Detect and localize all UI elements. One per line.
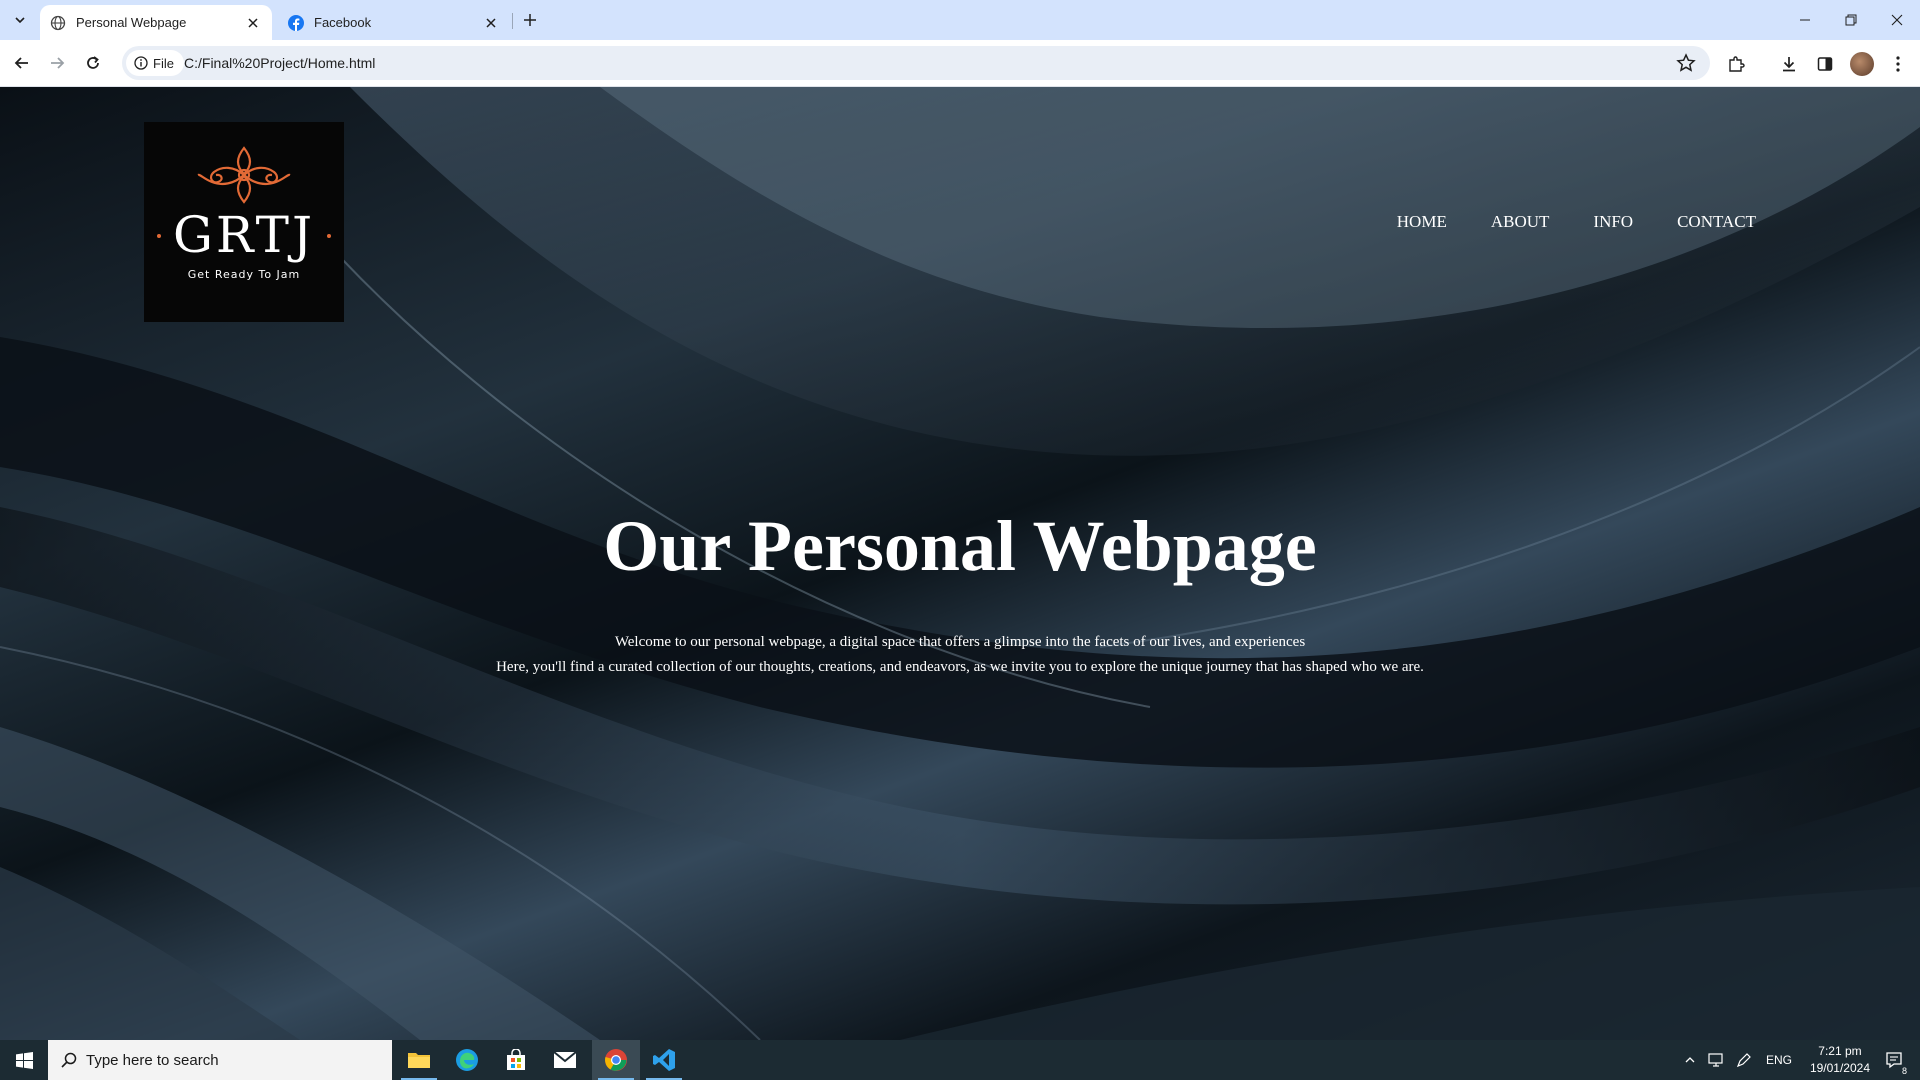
taskbar-store[interactable] [492,1040,540,1080]
clock-date: 19/01/2024 [1809,1061,1870,1075]
logo-wordmark-text: GRTJ [172,206,316,264]
language-indicator[interactable]: ENG [1766,1053,1792,1067]
plus-icon [524,14,536,26]
nav-info[interactable]: INFO [1593,212,1633,232]
logo-wordmark: GRTJ [156,206,332,264]
site-info-chip[interactable]: File [126,50,184,76]
logo-dot [156,234,161,238]
notifications-button[interactable]: 8 [1874,1040,1914,1080]
download-icon [1783,57,1795,72]
tab-title: Personal Webpage [76,15,187,30]
back-button[interactable] [7,48,37,78]
taskbar-clock[interactable]: 7:21 pm 19/01/2024 [1810,1043,1870,1077]
address-bar[interactable]: File C:/Final%20Project/Home.html [122,46,1710,80]
arrow-left-icon [14,57,28,69]
site-info-label: File [153,55,174,71]
extensions-button[interactable] [1724,52,1748,76]
tab-personal-webpage[interactable]: Personal Webpage [40,5,272,40]
taskbar-chrome[interactable] [592,1040,640,1080]
search-placeholder: Type here to search [86,1051,219,1069]
tab-facebook[interactable]: Facebook [278,5,510,40]
hero-intro-line-1: Welcome to our personal webpage, a digit… [614,634,1306,650]
restore-button[interactable] [1828,0,1874,40]
close-tab-icon[interactable] [244,14,262,32]
globe-icon [50,15,66,31]
windows-logo-icon [15,1051,33,1069]
chevron-down-icon [15,17,25,24]
nav-about[interactable]: ABOUT [1491,212,1550,232]
start-button[interactable] [0,1040,48,1080]
taskbar-edge[interactable] [443,1040,491,1080]
network-icon[interactable] [1708,1052,1726,1068]
nav-home[interactable]: HOME [1397,212,1447,232]
system-tray: ENG [1684,1040,1792,1080]
taskbar-vscode[interactable] [640,1040,688,1080]
site-logo[interactable]: GRTJ Get Ready To Jam [144,122,344,322]
taskbar-search[interactable]: Type here to search [48,1040,392,1080]
vscode-icon [653,1049,675,1071]
chevron-up-icon[interactable] [1684,1054,1696,1066]
close-window-button[interactable] [1874,0,1920,40]
restore-icon [1845,14,1857,26]
url-text[interactable]: C:/Final%20Project/Home.html [184,55,375,71]
arrow-right-icon [51,57,65,69]
taskbar-file-explorer[interactable] [395,1040,443,1080]
clock-time: 7:21 pm [1818,1044,1862,1058]
chrome-icon [605,1049,627,1071]
info-icon [134,56,148,70]
browser-toolbar: File C:/Final%20Project/Home.html [0,40,1920,87]
close-tab-icon[interactable] [482,14,500,32]
hero-intro-line-2: Here, you'll find a curated collection o… [496,659,1424,675]
main-nav: HOME ABOUT INFO CONTACT [1397,212,1756,232]
tab-search-button[interactable] [6,6,34,34]
logo-dot [327,234,332,238]
hero-title: Our Personal Webpage [603,506,1317,586]
ornament-icon [197,146,291,204]
downloads-button[interactable] [1777,52,1801,76]
minimize-button[interactable] [1782,0,1828,40]
logo-tagline: Get Ready To Jam [187,268,301,281]
profile-avatar[interactable] [1850,52,1874,76]
tab-title: Facebook [314,15,372,30]
search-icon [61,1052,77,1068]
forward-button[interactable] [42,48,72,78]
nav-contact[interactable]: CONTACT [1677,212,1756,232]
bookmark-star-icon[interactable] [1676,53,1696,73]
reload-button[interactable] [78,48,108,78]
notification-count: 8 [1900,1066,1908,1076]
side-panel-icon [1817,57,1833,71]
windows-taskbar: Type here to search ENG 7:21 pm 19/01/20… [0,1040,1920,1080]
pen-icon[interactable] [1736,1052,1752,1068]
browser-menu-button[interactable] [1886,52,1910,76]
store-icon [507,1049,525,1070]
reload-icon [87,56,99,69]
webpage-viewport: GRTJ Get Ready To Jam HOME ABOUT INFO CO… [0,87,1920,1040]
facebook-icon [288,14,304,31]
puzzle-icon [1729,56,1745,72]
new-tab-button[interactable] [518,8,542,32]
side-panel-button[interactable] [1813,52,1837,76]
tab-strip: Personal Webpage Facebook [0,0,1920,40]
more-vertical-icon [1896,56,1900,72]
folder-icon [408,1053,430,1068]
tab-separator [512,13,513,29]
edge-icon [456,1049,478,1071]
close-icon [1891,14,1903,26]
mail-icon [553,1051,577,1068]
minimize-icon [1800,19,1810,21]
taskbar-mail[interactable] [541,1040,589,1080]
